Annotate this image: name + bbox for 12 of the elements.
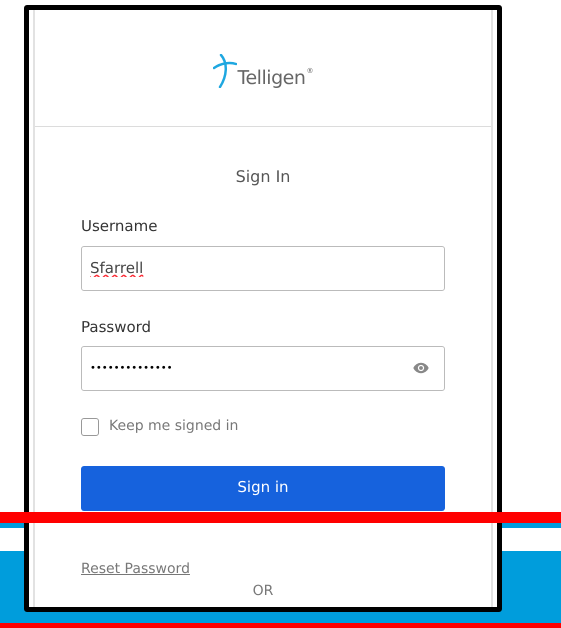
keep-signed-in-checkbox[interactable] — [81, 418, 99, 436]
sign-in-button[interactable]: Sign in — [81, 466, 445, 511]
username-field[interactable]: Sfarrell — [81, 246, 445, 290]
password-field[interactable]: •••••••••••••• — [81, 346, 445, 391]
keep-signed-in-label: Keep me signed in — [109, 417, 238, 436]
logo-text: Telligen — [238, 69, 306, 88]
logo-cross-icon — [212, 54, 237, 88]
or-divider-text: OR — [252, 582, 274, 600]
password-label: Password — [81, 316, 152, 338]
username-label: Username — [81, 216, 158, 237]
form-title: Sign In — [234, 166, 292, 188]
reset-password-link[interactable]: Reset Password — [81, 559, 190, 580]
